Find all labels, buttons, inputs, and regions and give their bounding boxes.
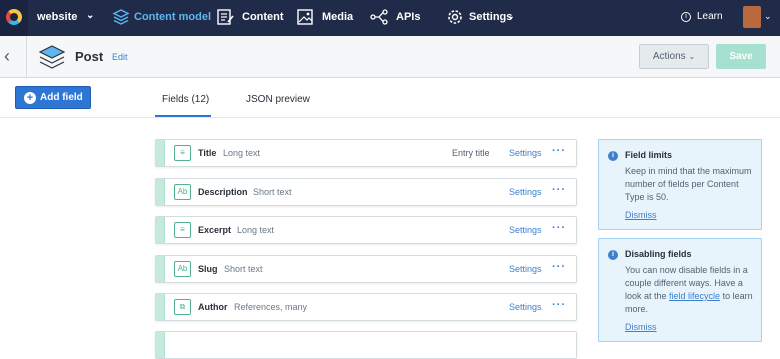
field-name: Slug: [198, 264, 218, 274]
save-button[interactable]: Save: [716, 44, 766, 69]
reference-icon: ⧉: [174, 299, 191, 315]
field-type: Short text: [224, 264, 263, 274]
nav-label: APIs: [396, 11, 421, 23]
more-options-icon[interactable]: ···: [552, 222, 566, 234]
actions-button[interactable]: Actions ⌄: [639, 44, 709, 69]
field-row-excerpt[interactable]: ≡ Excerpt Long text Settings ···: [155, 216, 577, 244]
drag-handle[interactable]: [156, 256, 165, 282]
short-text-icon: Ab: [174, 261, 191, 277]
field-row-author[interactable]: ⧉ Author References, many Settings ···: [155, 293, 577, 321]
field-row-description[interactable]: Ab Description Short text Settings ···: [155, 178, 577, 206]
drag-handle[interactable]: [156, 179, 165, 205]
content-type-icon: [38, 45, 66, 69]
plus-icon: +: [24, 92, 36, 104]
field-name: Description: [198, 187, 248, 197]
note-title: Field limits: [625, 150, 673, 160]
top-navigation-bar: website ⌄ Content model Content Media AP…: [0, 0, 780, 36]
back-arrow-icon[interactable]: ‹: [4, 46, 24, 67]
content-type-header: ‹ Post Edit Actions ⌄ Save: [0, 36, 780, 78]
avatar[interactable]: [743, 6, 761, 28]
tab-fields[interactable]: Fields (12): [162, 94, 209, 105]
drag-handle[interactable]: [156, 294, 165, 320]
chevron-down-icon: ⌄: [688, 52, 696, 61]
field-lifecycle-link[interactable]: field lifecycle: [669, 291, 720, 301]
info-icon: i: [681, 12, 691, 22]
entry-title-badge: Entry title: [452, 148, 490, 158]
field-row-title[interactable]: ≡ Title Long text Entry title Settings ·…: [155, 139, 577, 167]
field-name: Excerpt: [198, 225, 232, 235]
nav-apis[interactable]: APIs: [370, 0, 421, 36]
tab-json-preview[interactable]: JSON preview: [246, 94, 310, 105]
field-settings-link[interactable]: Settings: [509, 225, 542, 235]
media-icon: [297, 9, 313, 25]
long-text-icon: ≡: [174, 222, 191, 238]
divider: [26, 36, 27, 78]
note-title: Disabling fields: [625, 249, 692, 259]
field-settings-link[interactable]: Settings: [509, 302, 542, 312]
actions-label: Actions: [652, 51, 686, 62]
page-title: Post: [75, 49, 104, 64]
nav-label: Media: [322, 11, 354, 23]
long-text-icon: ≡: [174, 145, 191, 161]
drag-handle[interactable]: [156, 140, 165, 166]
nav-settings[interactable]: Settings ⌄: [446, 0, 518, 36]
nav-content[interactable]: Content: [216, 0, 284, 36]
chevron-down-icon: ⌄: [764, 11, 772, 21]
dismiss-link[interactable]: Dismiss: [625, 322, 657, 332]
add-field-button[interactable]: + Add field: [15, 86, 91, 109]
field-name: Author: [198, 302, 228, 312]
field-row-slug[interactable]: Ab Slug Short text Settings ···: [155, 255, 577, 283]
field-type: Short text: [253, 187, 292, 197]
nav-content-model[interactable]: Content model: [110, 0, 211, 36]
note-field-limits: i Field limits Keep in mind that the max…: [598, 139, 762, 230]
more-options-icon[interactable]: ···: [552, 299, 566, 311]
space-name: website: [37, 11, 78, 23]
field-settings-link[interactable]: Settings: [509, 187, 542, 197]
field-type: Long text: [237, 225, 275, 235]
add-field-label: Add field: [40, 92, 83, 103]
dismiss-link[interactable]: Dismiss: [625, 210, 657, 220]
active-tab-indicator: [155, 115, 211, 117]
field-type: Long text: [223, 148, 261, 158]
drag-handle[interactable]: [156, 332, 165, 358]
note-disabling-fields: i Disabling fields You can now disable f…: [598, 238, 762, 342]
field-type: References, many: [234, 302, 308, 312]
more-options-icon[interactable]: ···: [552, 145, 566, 157]
nav-label: Settings: [469, 11, 513, 23]
field-name: Title: [198, 148, 217, 158]
nav-label: Content: [242, 11, 284, 23]
chevron-down-icon: ⌄: [507, 11, 515, 21]
learn-link[interactable]: Learn: [697, 11, 723, 22]
note-body: You can now disable fields in a couple d…: [625, 264, 755, 316]
contentful-logo[interactable]: [0, 0, 28, 36]
apis-icon: [370, 9, 388, 25]
short-text-icon: Ab: [174, 184, 191, 200]
more-options-icon[interactable]: ···: [552, 261, 566, 273]
settings-icon: [448, 10, 462, 24]
space-switcher[interactable]: website ⌄: [28, 0, 100, 36]
field-settings-link[interactable]: Settings: [509, 264, 542, 274]
info-icon: i: [608, 250, 618, 260]
content-model-icon: [112, 9, 130, 25]
nav-label: Content model: [134, 11, 211, 23]
drag-handle[interactable]: [156, 217, 165, 243]
nav-media[interactable]: Media: [296, 0, 354, 36]
info-icon: i: [608, 151, 618, 161]
field-settings-link[interactable]: Settings: [509, 148, 542, 158]
edit-link[interactable]: Edit: [112, 52, 128, 62]
content-icon: [217, 9, 234, 25]
note-body: Keep in mind that the maximum number of …: [625, 166, 752, 202]
more-options-icon[interactable]: ···: [552, 184, 566, 196]
fields-toolbar: + Add field Fields (12) JSON preview: [0, 78, 780, 118]
field-row-partial[interactable]: [155, 331, 577, 359]
chevron-down-icon: ⌄: [86, 10, 95, 21]
